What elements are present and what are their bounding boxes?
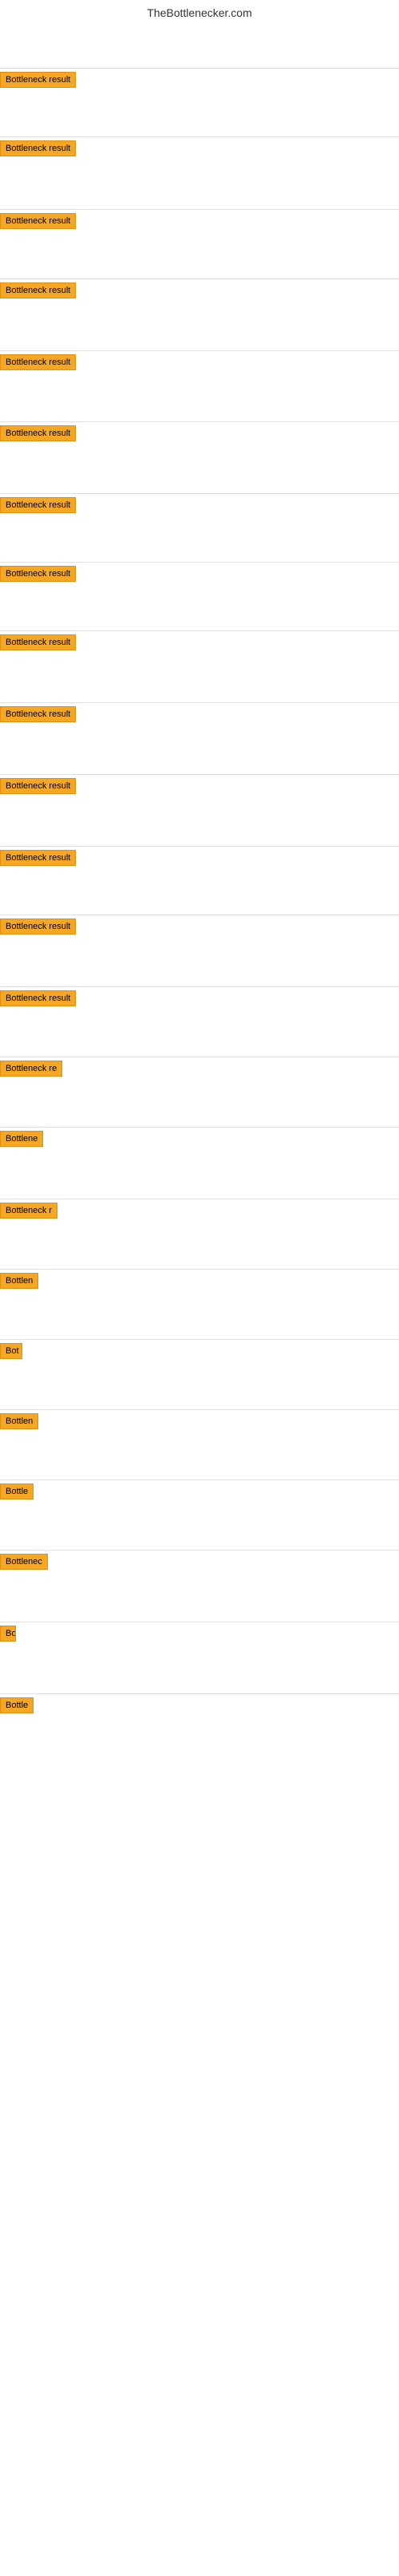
bottleneck-badge[interactable]: Bottleneck result [0,140,76,156]
bottleneck-item-20[interactable]: Bottlen [0,1409,399,1436]
bottleneck-badge[interactable]: Bottleneck result [0,850,76,866]
bottleneck-badge[interactable]: Bottlen [0,1413,38,1429]
bottleneck-item-24[interactable]: Bottle [0,1693,399,1721]
bottleneck-item-17[interactable]: Bottleneck r [0,1199,399,1226]
bottleneck-item-6[interactable]: Bottleneck result [0,421,399,448]
bottleneck-item-8[interactable]: Bottleneck result [0,562,399,589]
bottleneck-item-12[interactable]: Bottleneck result [0,846,399,873]
bottleneck-item-11[interactable]: Bottleneck result [0,774,399,801]
bottleneck-badge[interactable]: Bottle [0,1697,34,1713]
bottleneck-item-7[interactable]: Bottleneck result [0,493,399,520]
bottleneck-badge[interactable]: Bottleneck result [0,72,76,88]
bottleneck-badge[interactable]: Bottleneck result [0,282,76,298]
bottleneck-badge[interactable]: Bottleneck result [0,566,76,582]
bottleneck-item-2[interactable]: Bottleneck result [0,136,399,164]
bottleneck-badge[interactable]: Bottleneck result [0,425,76,441]
page-container: TheBottlenecker.com Bottleneck resultBot… [0,0,399,2576]
bottleneck-badge[interactable]: Bottleneck r [0,1203,57,1219]
bottleneck-item-5[interactable]: Bottleneck result [0,350,399,377]
items-list: Bottleneck result Bottleneck result Bottle… [0,22,399,2576]
bottleneck-badge[interactable]: Bottlen [0,1273,38,1289]
bottleneck-badge[interactable]: Bottlenec [0,1554,48,1570]
bottleneck-item-4[interactable]: Bottleneck result [0,279,399,306]
bottleneck-item-21[interactable]: Bottle [0,1480,399,1507]
bottleneck-item-1[interactable]: Bottleneck result [0,68,399,95]
bottleneck-item-13[interactable]: Bottleneck result [0,915,399,942]
bottleneck-item-10[interactable]: Bottleneck result [0,702,399,729]
bottleneck-item-14[interactable]: Bottleneck result [0,986,399,1013]
bottleneck-badge[interactable]: Bottlene [0,1131,43,1147]
site-title: TheBottlenecker.com [0,0,399,22]
bottleneck-badge[interactable]: Bottleneck result [0,497,76,513]
bottleneck-badge[interactable]: Bottleneck re [0,1061,62,1077]
bottleneck-item-23[interactable]: Bo [0,1622,399,1649]
bottleneck-badge[interactable]: Bottle [0,1484,34,1499]
bottleneck-badge[interactable]: Bo [0,1626,16,1642]
bottleneck-item-3[interactable]: Bottleneck result [0,209,399,236]
bottleneck-badge[interactable]: Bot [0,1343,22,1359]
bottleneck-badge[interactable]: Bottleneck result [0,990,76,1006]
bottleneck-item-16[interactable]: Bottlene [0,1127,399,1154]
bottleneck-item-9[interactable]: Bottleneck result [0,630,399,658]
bottleneck-badge[interactable]: Bottleneck result [0,919,76,934]
bottleneck-item-18[interactable]: Bottlen [0,1269,399,1296]
bottleneck-badge[interactable]: Bottleneck result [0,778,76,794]
bottleneck-badge[interactable]: Bottleneck result [0,354,76,370]
bottleneck-badge[interactable]: Bottleneck result [0,634,76,650]
bottleneck-item-22[interactable]: Bottlenec [0,1550,399,1577]
bottleneck-item-19[interactable]: Bot [0,1339,399,1366]
bottleneck-badge[interactable]: Bottleneck result [0,213,76,229]
bottleneck-badge[interactable]: Bottleneck result [0,706,76,722]
bottleneck-item-15[interactable]: Bottleneck re [0,1057,399,1084]
